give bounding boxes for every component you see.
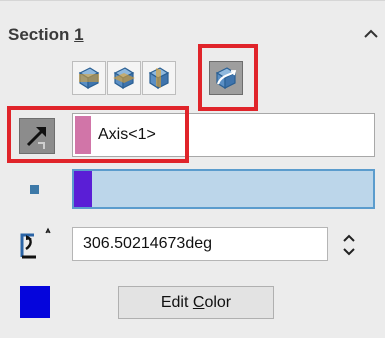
edit-color-label-accel: C (192, 294, 205, 311)
edit-color-label-post: olor (204, 294, 232, 311)
section-title-prefix: Section (8, 25, 75, 44)
slider-thumb[interactable] (74, 171, 92, 207)
section-panel: Section 1 Axis<1> 306.50214673deg Edit C… (0, 0, 385, 338)
rotation-angle-icon (18, 227, 58, 263)
section-title: Section 1 (8, 25, 84, 45)
offset-marker-icon (30, 185, 39, 194)
edit-color-label-pre: Edit (160, 294, 193, 311)
edit-color-button[interactable]: Edit Color (118, 286, 274, 319)
offset-slider[interactable] (72, 169, 375, 209)
section-title-number: 1 (74, 25, 84, 44)
highlight-frame-axis (7, 106, 189, 163)
highlight-frame-plane (198, 44, 258, 111)
up-down-spinner-icon[interactable] (338, 225, 360, 265)
angle-value: 306.50214673deg (83, 235, 213, 252)
top-plane-icon (113, 67, 135, 90)
angle-input[interactable]: 306.50214673deg (72, 227, 328, 261)
front-plane-icon (78, 67, 100, 90)
chevron-up-icon[interactable] (360, 23, 382, 45)
front-plane-button[interactable] (72, 61, 106, 95)
right-plane-button[interactable] (142, 61, 176, 95)
section-color-swatch (20, 286, 50, 318)
right-plane-icon (148, 67, 170, 90)
top-plane-button[interactable] (107, 61, 141, 95)
